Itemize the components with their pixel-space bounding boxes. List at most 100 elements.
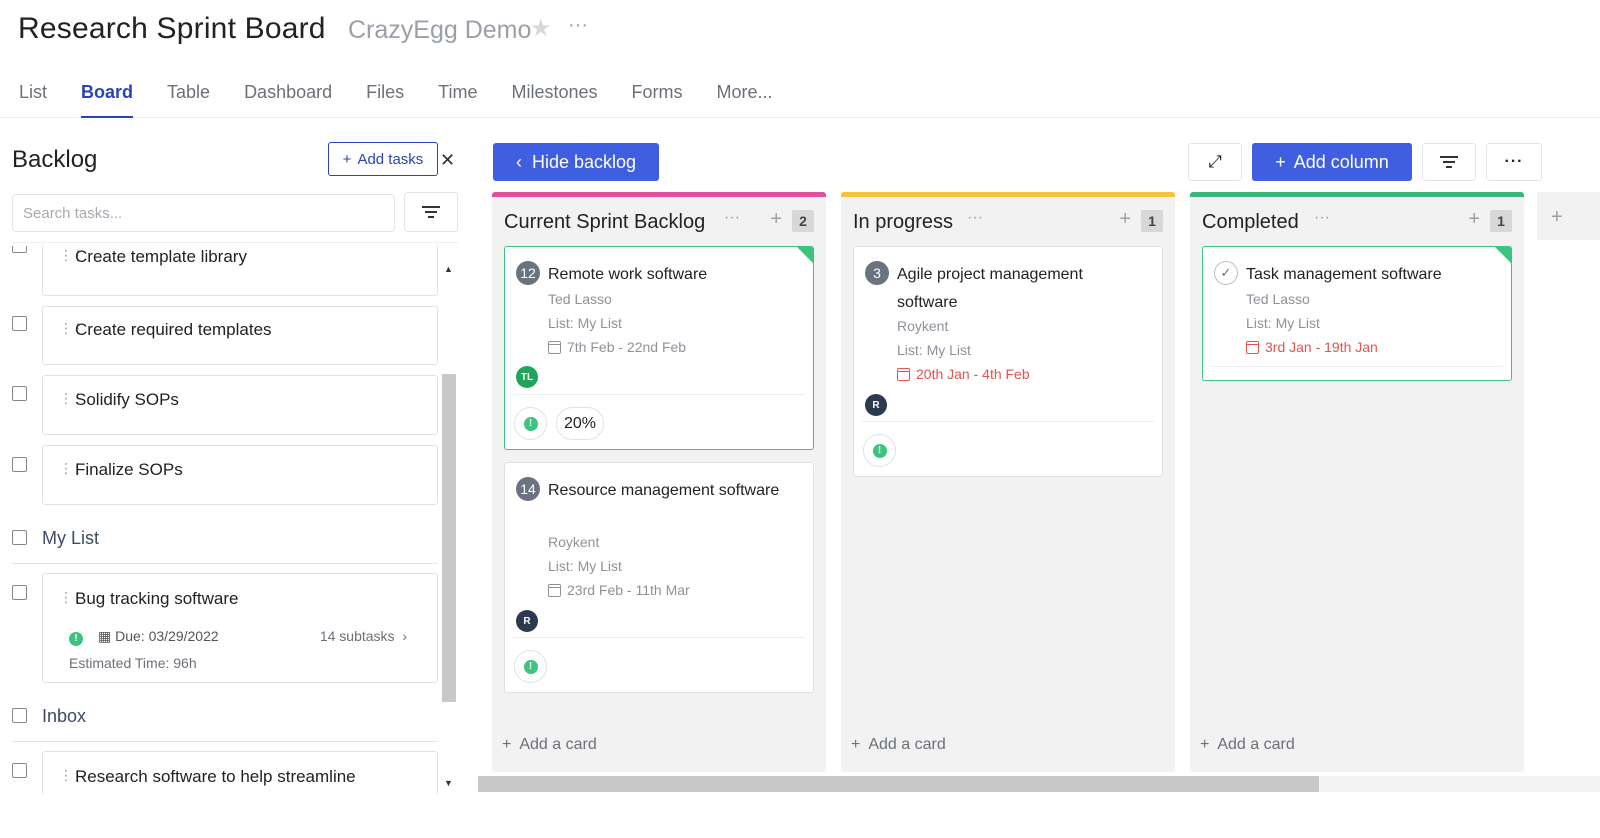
calendar-icon <box>548 583 561 597</box>
divider <box>12 741 438 742</box>
plus-icon: + <box>502 736 512 753</box>
backlog-task-card[interactable]: ⋮⋮ Research software to help streamline <box>42 751 438 794</box>
task-card[interactable]: ✓ Task management software Ted Lasso Lis… <box>1202 246 1512 381</box>
backlog-task-card[interactable]: ⋮⋮ Bug tracking software ! ▦ Due: 03/29/… <box>42 573 438 683</box>
board-horizontal-scrollbar[interactable] <box>478 776 1600 792</box>
avatar[interactable]: TL <box>516 366 538 388</box>
card-assignee: Ted Lasso <box>1246 291 1310 307</box>
add-card-button[interactable]: + Add a card <box>851 736 946 754</box>
scroll-down-icon[interactable]: ▼ <box>444 778 453 788</box>
tab-board[interactable]: Board <box>64 76 150 118</box>
add-card-label: Add a card <box>519 736 597 753</box>
board-more-button[interactable]: ··· <box>1486 143 1542 181</box>
alert-icon: ! <box>69 631 83 646</box>
filter-icon <box>422 203 440 221</box>
backlog-task-card[interactable]: ⋮⋮ Create template library <box>42 246 438 296</box>
task-card[interactable]: 3 Agile project management software Royk… <box>853 246 1163 477</box>
column-in-progress: In progress ··· + 1 3 Agile project mana… <box>841 192 1175 772</box>
tab-forms[interactable]: Forms <box>615 76 700 118</box>
priority-indicator: ! <box>69 628 83 646</box>
task-card[interactable]: 14 Resource management software Roykent … <box>504 462 814 693</box>
column-add-icon[interactable]: + <box>1468 208 1480 231</box>
tab-table[interactable]: Table <box>150 76 227 118</box>
header-more-icon[interactable]: ··· <box>568 14 588 37</box>
column-menu-icon[interactable]: ··· <box>1314 209 1330 227</box>
column-title[interactable]: Completed <box>1202 211 1299 234</box>
group-label-my-list[interactable]: My List <box>42 528 99 549</box>
tab-milestones[interactable]: Milestones <box>494 76 614 118</box>
column-menu-icon[interactable]: ··· <box>724 209 740 227</box>
card-title: Task management software <box>1246 266 1442 283</box>
close-icon[interactable]: ✕ <box>440 150 455 171</box>
task-checkbox[interactable] <box>12 386 27 401</box>
card-list: List: My List <box>897 342 971 358</box>
more-icon: ··· <box>1504 153 1524 170</box>
priority-button[interactable]: ! <box>514 650 547 683</box>
progress-badge[interactable]: 20% <box>556 407 604 440</box>
column-count-badge: 1 <box>1490 210 1512 232</box>
column-add-icon[interactable]: + <box>770 208 782 231</box>
plus-icon: + <box>851 736 861 753</box>
avatar[interactable]: R <box>516 610 538 632</box>
calendar-icon: ▦ <box>98 628 112 644</box>
next-column-stub[interactable]: + <box>1537 192 1600 240</box>
add-card-button[interactable]: + Add a card <box>502 736 597 754</box>
backlog-scrollbar[interactable]: ▲ ▼ <box>441 264 457 794</box>
priority-corner <box>1495 247 1511 263</box>
group-label-inbox[interactable]: Inbox <box>42 706 86 727</box>
subtasks-count: 14 subtasks <box>319 628 395 644</box>
tab-files[interactable]: Files <box>349 76 421 118</box>
card-list: List: My List <box>1246 315 1320 331</box>
scroll-up-icon[interactable]: ▲ <box>444 264 453 274</box>
task-checkbox[interactable] <box>12 457 27 472</box>
board-filter-button[interactable] <box>1422 143 1476 181</box>
task-card[interactable]: 12 Remote work software Ted Lasso List: … <box>504 246 814 450</box>
fullscreen-button[interactable]: ⤢ <box>1188 143 1242 181</box>
calendar-icon <box>1246 340 1259 354</box>
backlog-task-card[interactable]: ⋮⋮ Create required templates <box>42 306 438 365</box>
subtasks-link[interactable]: 14 subtasks › <box>320 628 407 644</box>
tab-dashboard[interactable]: Dashboard <box>227 76 349 118</box>
backlog-task-card[interactable]: ⋮⋮ Finalize SOPs <box>42 445 438 505</box>
star-icon[interactable]: ★ <box>530 14 552 43</box>
add-tasks-label: Add tasks <box>357 150 424 168</box>
hide-backlog-button[interactable]: ‹ Hide backlog <box>493 143 659 181</box>
task-checkbox[interactable] <box>12 246 27 253</box>
card-assignee: Roykent <box>897 318 949 334</box>
group-checkbox[interactable] <box>12 530 27 545</box>
priority-button[interactable]: ! <box>863 434 896 467</box>
alert-icon: ! <box>523 659 538 674</box>
priority-button[interactable]: ! <box>514 407 547 440</box>
add-card-button[interactable]: + Add a card <box>1200 736 1295 754</box>
checkmark-icon[interactable]: ✓ <box>1214 261 1238 285</box>
divider <box>513 394 805 395</box>
search-tasks-input[interactable] <box>12 194 395 232</box>
column-menu-icon[interactable]: ··· <box>967 209 983 227</box>
divider <box>12 242 458 243</box>
scrollbar-thumb[interactable] <box>478 776 1319 792</box>
tab-more[interactable]: More... <box>700 76 790 118</box>
column-add-icon[interactable]: + <box>1119 208 1131 231</box>
add-column-label: Add column <box>1293 151 1389 172</box>
card-date-range: 7th Feb - 22nd Feb <box>567 339 687 355</box>
backlog-task-card[interactable]: ⋮⋮ Solidify SOPs <box>42 375 438 435</box>
plus-icon: + <box>1200 736 1210 753</box>
scrollbar-thumb[interactable] <box>442 374 456 702</box>
tab-time[interactable]: Time <box>421 76 494 118</box>
plus-icon: + <box>1275 151 1286 172</box>
workspace-name[interactable]: CrazyEgg Demo <box>348 16 531 45</box>
group-checkbox[interactable] <box>12 708 27 723</box>
card-date-range: 3rd Jan - 19th Jan <box>1265 339 1378 355</box>
tab-list[interactable]: List <box>0 76 64 118</box>
column-title[interactable]: In progress <box>853 211 953 234</box>
backlog-filter-button[interactable] <box>404 192 458 232</box>
column-title[interactable]: Current Sprint Backlog <box>504 211 705 234</box>
add-card-label: Add a card <box>868 736 946 753</box>
avatar[interactable]: R <box>865 394 887 416</box>
priority-corner <box>797 247 813 263</box>
task-checkbox[interactable] <box>12 585 27 600</box>
task-checkbox[interactable] <box>12 763 27 778</box>
add-column-button[interactable]: + Add column <box>1252 143 1412 181</box>
add-tasks-button[interactable]: + Add tasks <box>328 142 438 176</box>
task-checkbox[interactable] <box>12 316 27 331</box>
